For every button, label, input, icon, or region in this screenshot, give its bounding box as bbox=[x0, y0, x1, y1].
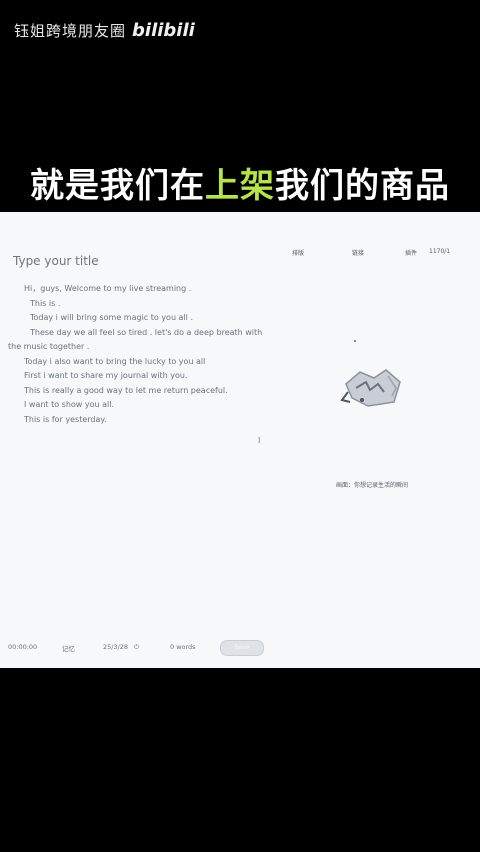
journal-line: This is for yesterday. bbox=[24, 414, 107, 424]
hand-sketch-icon bbox=[340, 369, 401, 407]
top-toolbar: 排版 链接 插件 1170/1 bbox=[0, 248, 480, 260]
journal-line: Today i will bring some magic to you all… bbox=[30, 313, 193, 322]
bilibili-logo: bilibili bbox=[132, 20, 195, 41]
word-count: 0 words bbox=[170, 643, 196, 651]
toolbar-link-plugins[interactable]: 插件 bbox=[405, 248, 417, 257]
toolbar-counter: 1170/1 bbox=[429, 248, 451, 255]
mouse-cursor-icon: I bbox=[258, 436, 261, 445]
journal-line: the music together . bbox=[8, 342, 90, 351]
journal-line: This is really a good way to let me retu… bbox=[24, 385, 228, 395]
watermark-text: 钰姐跨境朋友圈 bbox=[14, 22, 127, 40]
toolbar-link-layout[interactable]: 排版 bbox=[292, 248, 304, 257]
journal-line: First i want to share my journal with yo… bbox=[24, 371, 188, 380]
journal-body[interactable]: Hi，guys, Welcome to my live streaming . … bbox=[8, 282, 266, 427]
caption-highlight: 上架 bbox=[205, 166, 275, 206]
art-caption: 画面：你想记录生活的瞬间 bbox=[336, 482, 409, 489]
power-icon[interactable]: ⏻ bbox=[134, 643, 139, 652]
caption-before: 就是我们在 bbox=[30, 166, 205, 206]
save-button[interactable]: Save bbox=[220, 640, 264, 656]
journal-line: Today i also want to bring the lucky to … bbox=[24, 356, 206, 366]
status-bar: 00:00:00 记忆 25/3/28 ⏻ 0 words Save bbox=[0, 640, 480, 656]
date-display: 25/3/28 bbox=[103, 643, 129, 651]
bilibili-watermark: 钰姐跨境朋友圈 bilibili bbox=[14, 20, 195, 41]
status-label: 记忆 bbox=[62, 645, 75, 653]
journal-line: I want to show you all. bbox=[24, 400, 115, 409]
video-caption: 就是我们在上架我们的商品 bbox=[0, 158, 480, 207]
caption-after: 我们的商品 bbox=[275, 166, 450, 206]
toolbar-link-links[interactable]: 链接 bbox=[352, 248, 364, 257]
journal-line: Hi，guys, Welcome to my live streaming . bbox=[24, 284, 192, 293]
dot-marker bbox=[354, 340, 356, 342]
timer-display: 00:00:00 bbox=[8, 643, 38, 651]
journal-editor-screen: 排版 链接 插件 1170/1 Hi，guys, Welcome to my l… bbox=[0, 212, 480, 668]
journal-line: This is . bbox=[30, 298, 61, 308]
journal-line: These day we all feel so tired . let's d… bbox=[30, 327, 263, 337]
